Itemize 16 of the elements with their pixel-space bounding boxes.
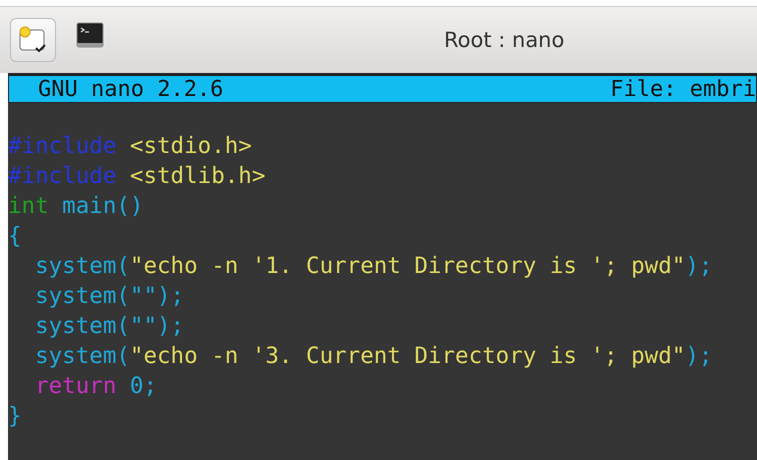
code-line: system("echo -n '1. Current Directory is '; pwd"); <box>34 252 712 281</box>
code-line: system(""); <box>34 282 184 311</box>
window-title: Root : nano <box>444 28 564 52</box>
new-tab-button[interactable] <box>10 18 56 62</box>
code-line: system(""); <box>34 312 184 341</box>
code-line: #include <stdlib.h> <box>8 162 266 191</box>
code-line: { <box>8 222 22 251</box>
app-version: GNU nano 2.2.6 <box>38 76 224 102</box>
code-line: } <box>8 402 22 431</box>
code-line: return 0; <box>34 372 158 401</box>
terminal-icon[interactable] <box>76 22 104 48</box>
file-name: File: embri <box>610 76 756 102</box>
code-line: int main() <box>8 192 144 221</box>
document-icon <box>18 25 48 55</box>
code-line: #include <stdio.h> <box>8 132 252 161</box>
code-line: system("echo -n '3. Current Directory is '; pwd"); <box>34 342 712 371</box>
